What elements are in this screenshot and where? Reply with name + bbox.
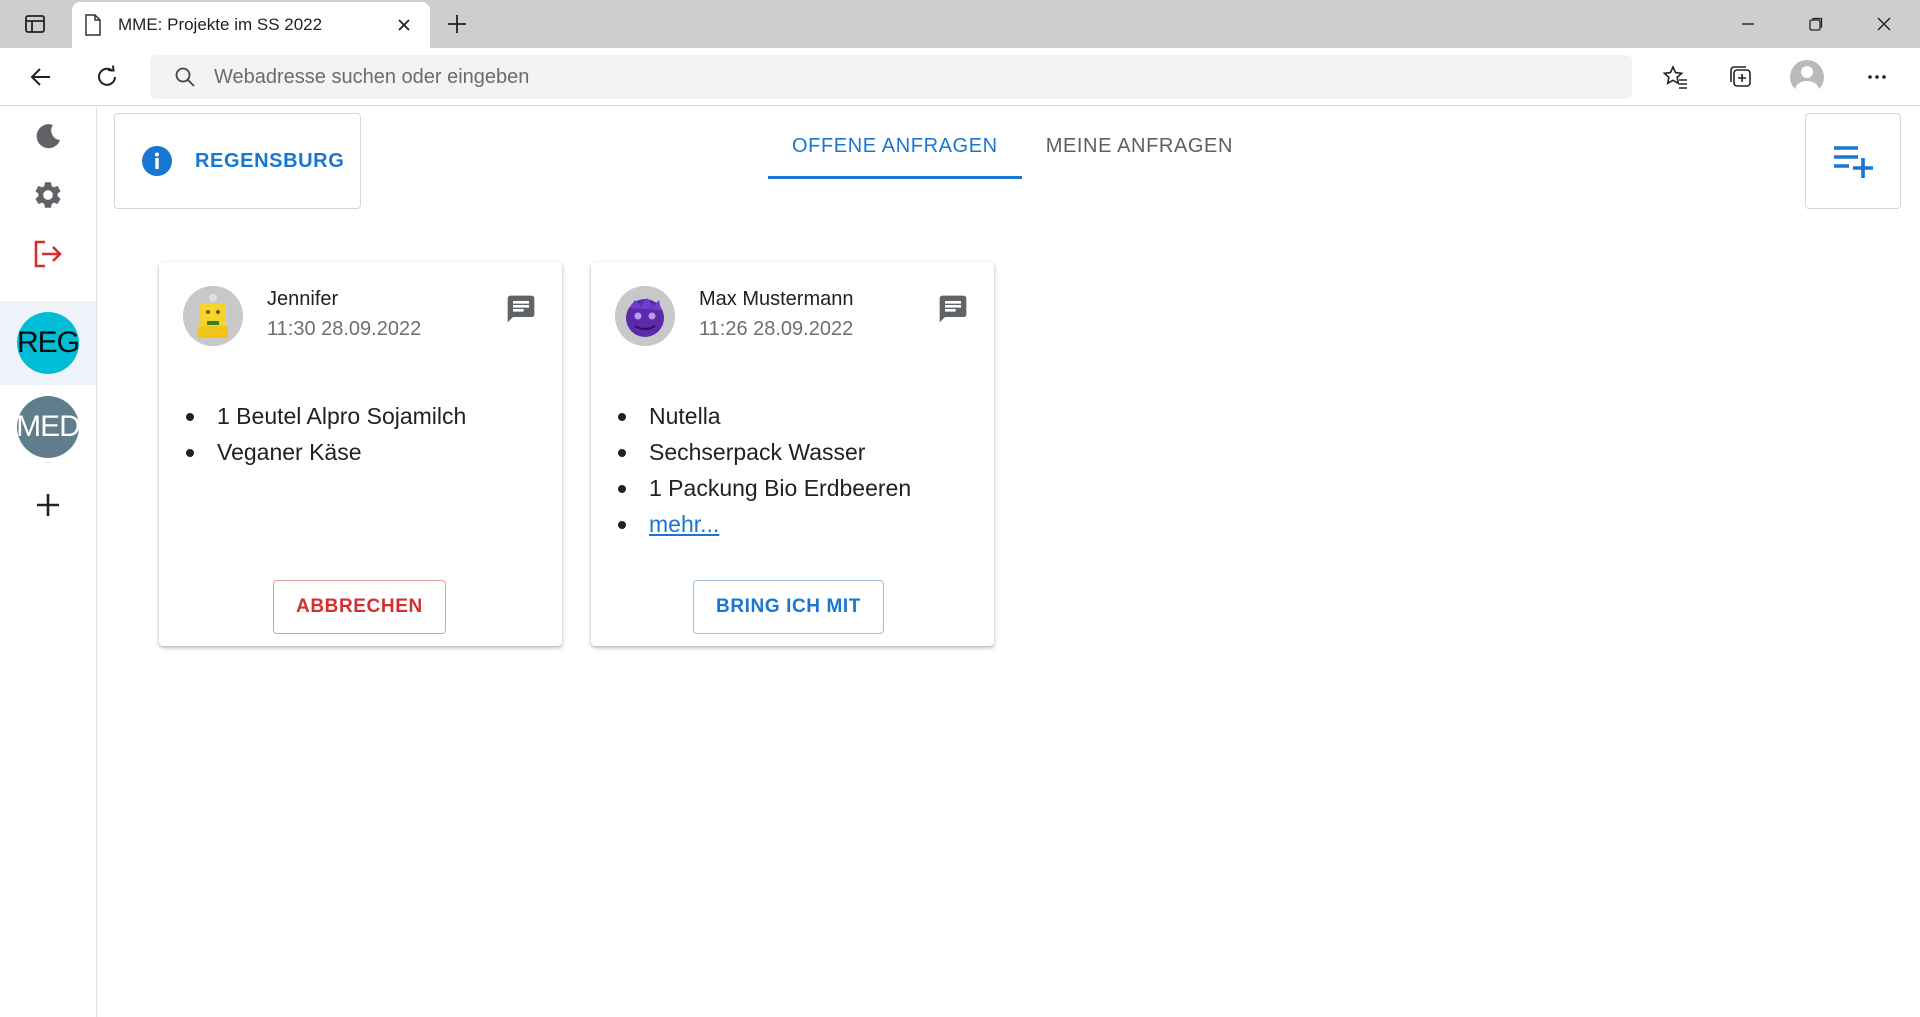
location-label: REGENSBURG — [195, 149, 345, 172]
avatar — [615, 286, 675, 346]
browser-tab-bar: MME: Projekte im SS 2022 — [0, 0, 1920, 48]
collections-icon — [1730, 66, 1751, 87]
tab-my-requests[interactable]: MEINE ANFRAGEN — [1022, 113, 1257, 179]
browser-tab[interactable]: MME: Projekte im SS 2022 — [72, 2, 430, 48]
minimize-button[interactable] — [1714, 0, 1782, 48]
search-icon — [175, 67, 195, 87]
yellow-robot-avatar-icon — [183, 286, 243, 346]
list-item: Sechserpack Wasser — [617, 434, 911, 470]
list-item: 1 Packung Bio Erdbeeren — [617, 470, 911, 506]
more-icon — [1868, 75, 1886, 79]
close-icon — [398, 19, 410, 31]
back-button[interactable] — [22, 58, 60, 96]
gear-icon — [35, 182, 61, 208]
comment-button[interactable] — [936, 292, 970, 326]
address-input[interactable] — [214, 65, 1514, 89]
reload-button[interactable] — [88, 58, 126, 96]
request-tabs: OFFENE ANFRAGEN MEINE ANFRAGEN — [768, 113, 1257, 179]
restore-button[interactable] — [1782, 0, 1850, 48]
list-item: 1 Beutel Alpro Sojamilch — [185, 398, 466, 434]
avatar — [183, 286, 243, 346]
item-list: 1 Beutel Alpro Sojamilch Veganer Käse — [185, 398, 466, 470]
page-icon — [85, 14, 101, 36]
comment-icon — [507, 295, 535, 323]
back-icon — [30, 68, 50, 86]
favorites-icon — [1662, 65, 1687, 89]
browser-toolbar — [0, 48, 1920, 106]
reload-icon — [98, 65, 116, 86]
group-avatar-med: MED — [16, 396, 81, 458]
minimize-icon — [1742, 23, 1754, 25]
requester-name: Max Mustermann — [699, 288, 854, 310]
info-icon — [142, 146, 172, 176]
more-button[interactable] — [1858, 58, 1896, 96]
group-med-button[interactable]: MED — [0, 385, 96, 469]
tab-actions-icon — [25, 15, 45, 33]
tab-open-requests[interactable]: OFFENE ANFRAGEN — [768, 113, 1022, 179]
window-close-button[interactable] — [1850, 0, 1918, 48]
tab-title: MME: Projekte im SS 2022 — [118, 15, 323, 34]
logout-icon — [34, 240, 62, 268]
collections-button[interactable] — [1722, 58, 1760, 96]
restore-icon — [1809, 17, 1823, 31]
list-item: Veganer Käse — [185, 434, 466, 470]
more-link[interactable]: mehr... — [649, 511, 719, 537]
address-bar[interactable] — [150, 55, 1632, 99]
request-card: Jennifer 11:30 28.09.2022 1 Beutel Alpro… — [159, 262, 562, 646]
request-time: 11:30 28.09.2022 — [267, 318, 422, 340]
window-close-icon — [1877, 17, 1891, 31]
bring-along-button[interactable]: BRING ICH MIT — [693, 580, 885, 634]
request-card: Max Mustermann 11:26 28.09.2022 Nutella … — [591, 262, 994, 646]
dark-mode-button[interactable] — [24, 112, 72, 160]
moon-icon — [36, 124, 60, 149]
settings-button[interactable] — [24, 171, 72, 219]
favorites-button[interactable] — [1656, 58, 1694, 96]
logout-button[interactable] — [24, 230, 72, 278]
comment-icon — [939, 295, 967, 323]
group-reg-button[interactable]: REG — [0, 301, 96, 385]
comment-button[interactable] — [504, 292, 538, 326]
cancel-button[interactable]: ABBRECHEN — [273, 580, 446, 634]
requester-name: Jennifer — [267, 288, 339, 310]
plus-icon — [448, 15, 466, 33]
add-request-button[interactable] — [1805, 113, 1901, 209]
playlist-add-icon — [1834, 146, 1873, 178]
group-avatar-reg: REG — [17, 312, 80, 374]
plus-icon — [37, 494, 59, 516]
item-list: Nutella Sechserpack Wasser 1 Packung Bio… — [617, 398, 911, 542]
tab-actions-button[interactable] — [12, 8, 58, 40]
location-info-button[interactable]: REGENSBURG — [114, 113, 361, 209]
app-sidebar: REG MED — [0, 107, 97, 1017]
tab-close-button[interactable] — [390, 11, 418, 39]
add-group-button[interactable] — [24, 481, 72, 529]
purple-monster-avatar-icon — [615, 286, 675, 346]
new-tab-button[interactable] — [440, 8, 474, 40]
profile-icon[interactable] — [1790, 60, 1824, 94]
list-item-more: mehr... — [617, 506, 911, 542]
list-item: Nutella — [617, 398, 911, 434]
request-time: 11:26 28.09.2022 — [699, 318, 854, 340]
